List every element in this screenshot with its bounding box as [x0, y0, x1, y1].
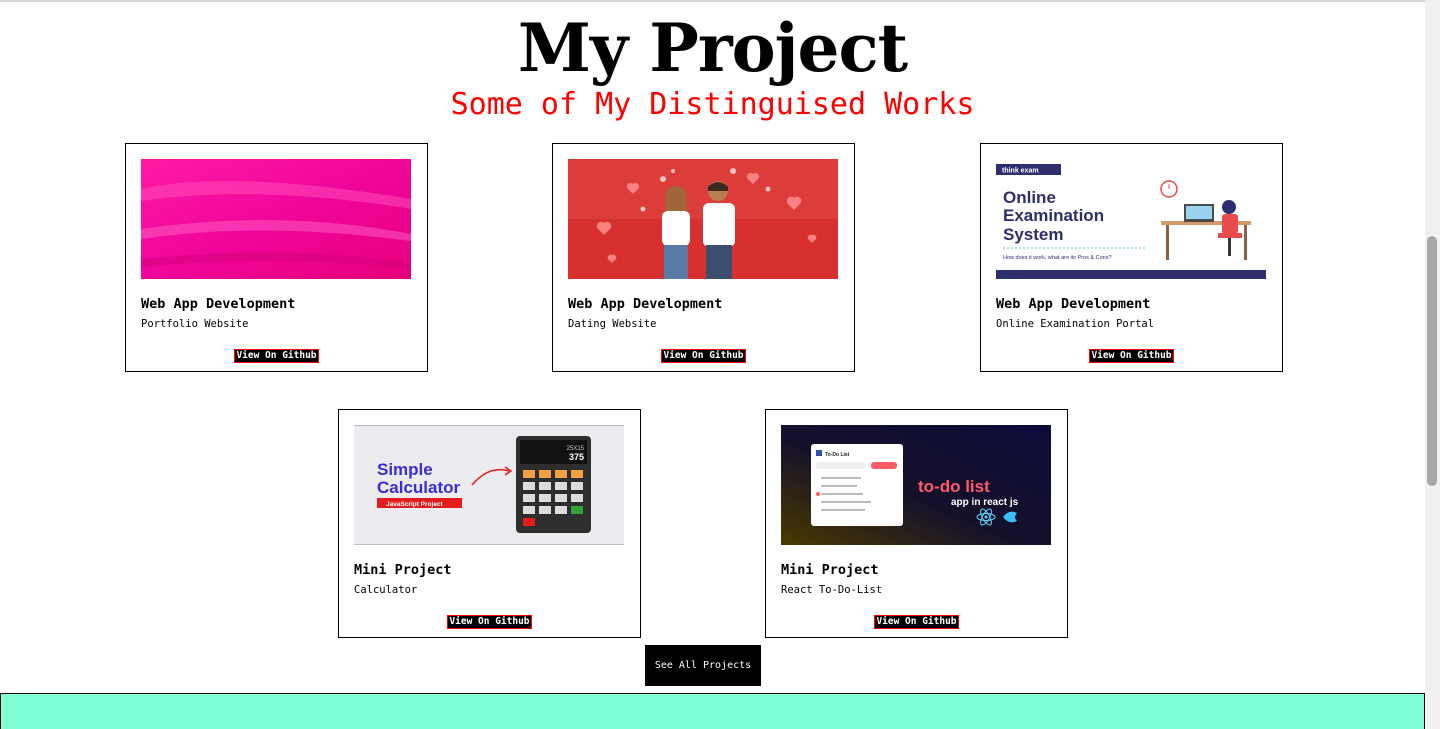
view-on-github-button[interactable]: View On Github: [1089, 349, 1174, 363]
project-card: think exam Online Examination System How…: [980, 143, 1283, 372]
project-description: Online Examination Portal: [996, 318, 1155, 330]
project-description: Calculator: [354, 584, 418, 596]
svg-text:Calculator: Calculator: [377, 478, 461, 497]
thumbnail-badge-text: think exam: [1002, 168, 1039, 175]
project-thumbnail-calculator: Simple Calculator JavaScript Project 25X…: [354, 425, 624, 545]
vertical-scrollbar[interactable]: [1425, 0, 1440, 729]
view-on-github-button[interactable]: View On Github: [661, 349, 746, 363]
svg-text:System: System: [1003, 225, 1063, 244]
project-description: Portfolio Website: [141, 318, 249, 330]
project-thumbnail-couple-hearts: [568, 159, 838, 279]
svg-text:app in react js: app in react js: [951, 497, 1019, 508]
footer-section: [0, 693, 1425, 729]
svg-text:Simple: Simple: [377, 460, 433, 479]
project-category: Web App Development: [141, 296, 296, 312]
project-category: Mini Project: [781, 562, 879, 578]
project-category: Web App Development: [996, 296, 1151, 312]
project-card: Web App Development Portfolio Website Vi…: [125, 143, 428, 372]
svg-text:How does it work, what are its: How does it work, what are its Pros & Co…: [1003, 255, 1112, 261]
page-title: My Project: [517, 9, 908, 87]
svg-text:Online: Online: [1003, 188, 1056, 207]
project-card: Simple Calculator JavaScript Project 25X…: [338, 409, 641, 638]
svg-text:375: 375: [569, 452, 584, 462]
page-subtitle: Some of My Distinguised Works: [450, 87, 975, 122]
scrollbar-thumb[interactable]: [1427, 236, 1437, 486]
svg-text:To-Do List: To-Do List: [825, 452, 850, 458]
project-card: Web App Development Dating Website View …: [552, 143, 855, 372]
project-thumbnail-online-exam: think exam Online Examination System How…: [996, 159, 1266, 279]
view-on-github-button[interactable]: View On Github: [447, 615, 532, 629]
project-category: Web App Development: [568, 296, 723, 312]
svg-text:JavaScript Project: JavaScript Project: [386, 501, 444, 508]
view-on-github-button[interactable]: View On Github: [874, 615, 959, 629]
svg-text:Examination: Examination: [1003, 206, 1104, 225]
svg-text:to-do list: to-do list: [918, 477, 990, 496]
project-description: Dating Website: [568, 318, 657, 330]
project-category: Mini Project: [354, 562, 452, 578]
project-card: To-Do List to-do list app in react js Mi…: [765, 409, 1068, 638]
project-description: React To-Do-List: [781, 584, 883, 596]
project-thumbnail-pink-gradient: [141, 159, 411, 279]
top-divider: [0, 0, 1425, 2]
view-on-github-button[interactable]: View On Github: [234, 349, 319, 363]
project-thumbnail-todo-list: To-Do List to-do list app in react js: [781, 425, 1051, 545]
see-all-projects-button[interactable]: See All Projects: [645, 645, 761, 686]
